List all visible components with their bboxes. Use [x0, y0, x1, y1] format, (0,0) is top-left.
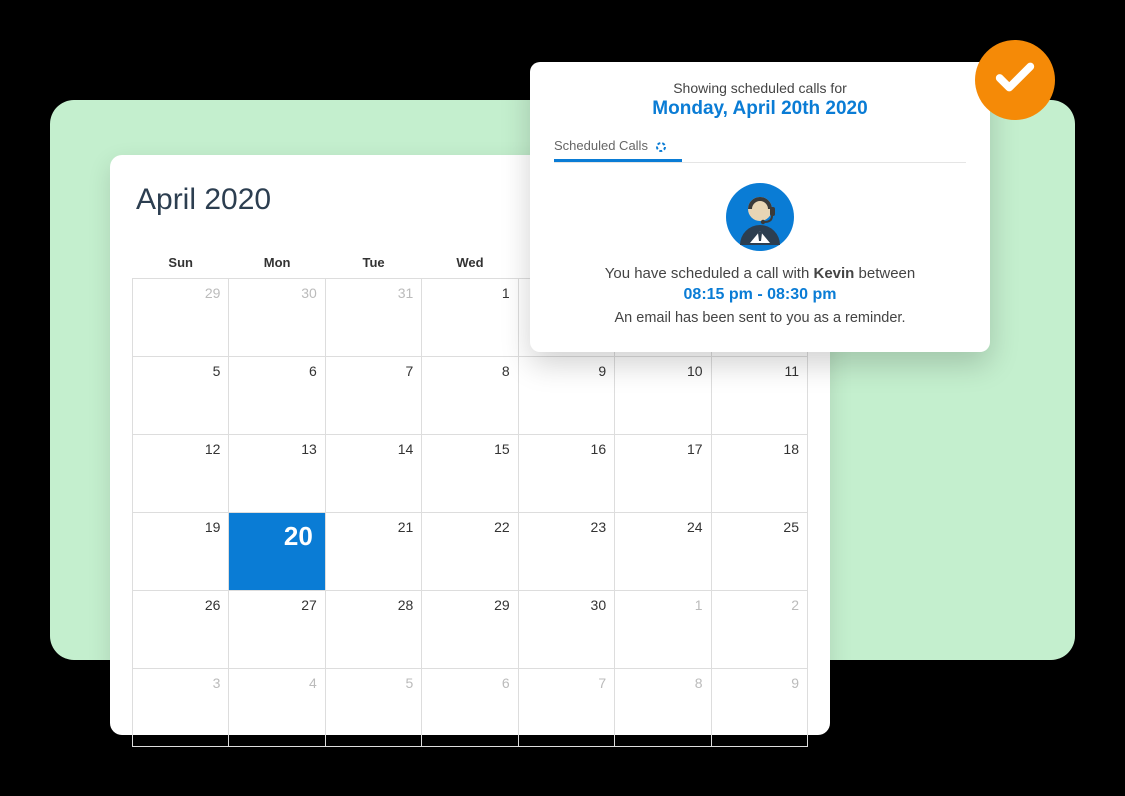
success-badge [975, 40, 1055, 120]
calendar-day[interactable]: 29 [422, 591, 518, 669]
calendar-day[interactable]: 28 [325, 591, 421, 669]
calendar-day-selected[interactable]: 20 [229, 513, 325, 591]
detail-line1-prefix: You have scheduled a call with [605, 265, 814, 282]
scheduled-call-card: Showing scheduled calls for Monday, Apri… [530, 62, 990, 352]
calendar-day[interactable]: 11 [711, 357, 807, 435]
calendar-day[interactable]: 19 [133, 513, 229, 591]
detail-line1-suffix: between [854, 265, 915, 282]
checkmark-icon [992, 55, 1038, 106]
calendar-day[interactable]: 16 [518, 435, 614, 513]
day-header: Wed [422, 247, 518, 279]
calendar-day[interactable]: 25 [711, 513, 807, 591]
calendar-day[interactable]: 30 [229, 279, 325, 357]
calendar-day[interactable]: 4 [229, 669, 325, 747]
detail-tabs: Scheduled Calls [554, 134, 966, 163]
calendar-day[interactable]: 8 [422, 357, 518, 435]
calendar-day[interactable]: 5 [133, 357, 229, 435]
calendar-day[interactable]: 17 [615, 435, 711, 513]
calendar-day[interactable]: 15 [422, 435, 518, 513]
calendar-day[interactable]: 8 [615, 669, 711, 747]
detail-date: Monday, April 20th 2020 [554, 98, 966, 120]
calendar-day[interactable]: 12 [133, 435, 229, 513]
calendar-day[interactable]: 7 [325, 357, 421, 435]
calendar-day[interactable]: 1 [422, 279, 518, 357]
calendar-day[interactable]: 23 [518, 513, 614, 591]
detail-message: You have scheduled a call with Kevin bet… [554, 265, 966, 282]
contact-avatar [726, 183, 794, 251]
page-title: April 2020 [136, 183, 271, 217]
calendar-day[interactable]: 29 [133, 279, 229, 357]
calendar-day[interactable]: 13 [229, 435, 325, 513]
detail-reminder-note: An email has been sent to you as a remin… [554, 310, 966, 326]
calendar-day[interactable]: 7 [518, 669, 614, 747]
contact-name: Kevin [814, 265, 855, 282]
calendar-day[interactable]: 9 [711, 669, 807, 747]
calendar-day[interactable]: 6 [422, 669, 518, 747]
calendar-day[interactable]: 9 [518, 357, 614, 435]
calendar-day[interactable]: 22 [422, 513, 518, 591]
calendar-day[interactable]: 31 [325, 279, 421, 357]
tab-scheduled-calls[interactable]: Scheduled Calls [554, 134, 682, 162]
loading-icon [656, 142, 666, 152]
calendar-day[interactable]: 2 [711, 591, 807, 669]
calendar-day[interactable]: 5 [325, 669, 421, 747]
calendar-day[interactable]: 14 [325, 435, 421, 513]
calendar-day[interactable]: 10 [615, 357, 711, 435]
calendar-day[interactable]: 18 [711, 435, 807, 513]
calendar-day[interactable]: 26 [133, 591, 229, 669]
tab-label: Scheduled Calls [554, 138, 648, 153]
calendar-day[interactable]: 1 [615, 591, 711, 669]
calendar-day[interactable]: 21 [325, 513, 421, 591]
calendar-day[interactable]: 30 [518, 591, 614, 669]
day-header: Tue [325, 247, 421, 279]
calendar-day[interactable]: 6 [229, 357, 325, 435]
calendar-day[interactable]: 3 [133, 669, 229, 747]
detail-time-range: 08:15 pm - 08:30 pm [554, 286, 966, 304]
day-header: Mon [229, 247, 325, 279]
calendar-day[interactable]: 24 [615, 513, 711, 591]
detail-top-label: Showing scheduled calls for [554, 80, 966, 96]
calendar-day[interactable]: 27 [229, 591, 325, 669]
day-header: Sun [133, 247, 229, 279]
